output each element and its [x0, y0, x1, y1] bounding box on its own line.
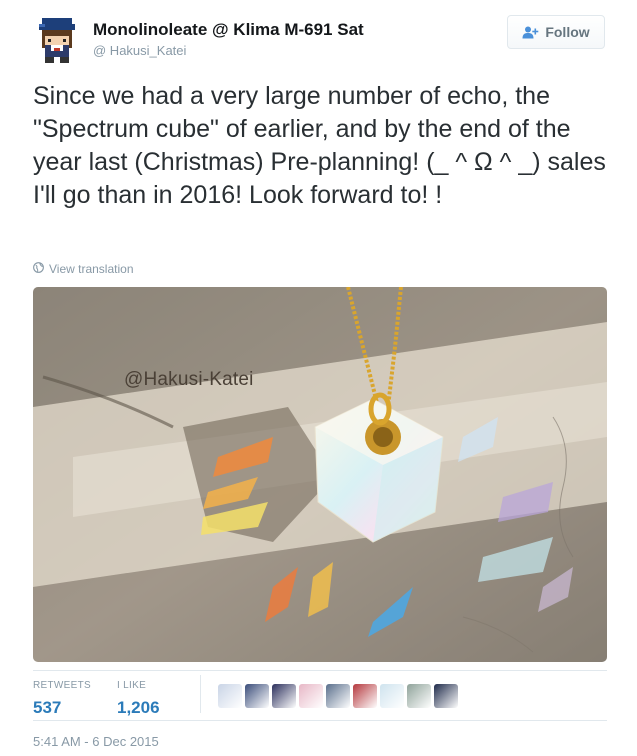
tweet-photo[interactable]: @Hakusi-Katei	[33, 287, 607, 662]
liker-avatar[interactable]	[326, 684, 350, 708]
liker-avatar[interactable]	[407, 684, 431, 708]
globe-icon	[33, 262, 44, 276]
liker-avatar[interactable]	[299, 684, 323, 708]
likes-count[interactable]: 1,206	[117, 698, 160, 718]
spectrum-cube-photo	[33, 287, 607, 662]
display-name[interactable]: Monolinoleate @ Klima M-691 Sat	[93, 20, 364, 40]
view-translation-link[interactable]: View translation	[33, 262, 134, 276]
likes-stat[interactable]: I LIKE 1,206	[117, 680, 160, 718]
add-user-icon	[522, 26, 539, 39]
tweet-timestamp[interactable]: 5:41 AM - 6 Dec 2015	[33, 734, 159, 749]
liker-avatar[interactable]	[353, 684, 377, 708]
pixel-avatar-image	[33, 15, 81, 63]
likes-label: I LIKE	[117, 680, 147, 691]
retweets-count[interactable]: 537	[33, 698, 91, 718]
liker-avatar[interactable]	[434, 684, 458, 708]
avatar[interactable]	[33, 15, 81, 63]
photo-watermark: @Hakusi-Katei	[124, 369, 254, 390]
retweets-label: RETWEETS	[33, 680, 91, 691]
follow-button-label: Follow	[545, 24, 590, 40]
user-handle[interactable]: @ Hakusi_Katei	[93, 43, 186, 58]
divider	[33, 720, 607, 721]
tweet-text: Since we had a very large number of echo…	[33, 82, 606, 209]
view-translation-label: View translation	[49, 262, 134, 276]
stats-separator	[200, 675, 201, 713]
liker-avatar[interactable]	[218, 684, 242, 708]
divider	[33, 670, 607, 671]
liker-avatar[interactable]	[245, 684, 269, 708]
liker-avatar[interactable]	[272, 684, 296, 708]
liker-avatars	[218, 684, 458, 708]
follow-button[interactable]: Follow	[507, 15, 605, 49]
liker-avatar[interactable]	[380, 684, 404, 708]
retweets-stat[interactable]: RETWEETS 537	[33, 680, 91, 718]
